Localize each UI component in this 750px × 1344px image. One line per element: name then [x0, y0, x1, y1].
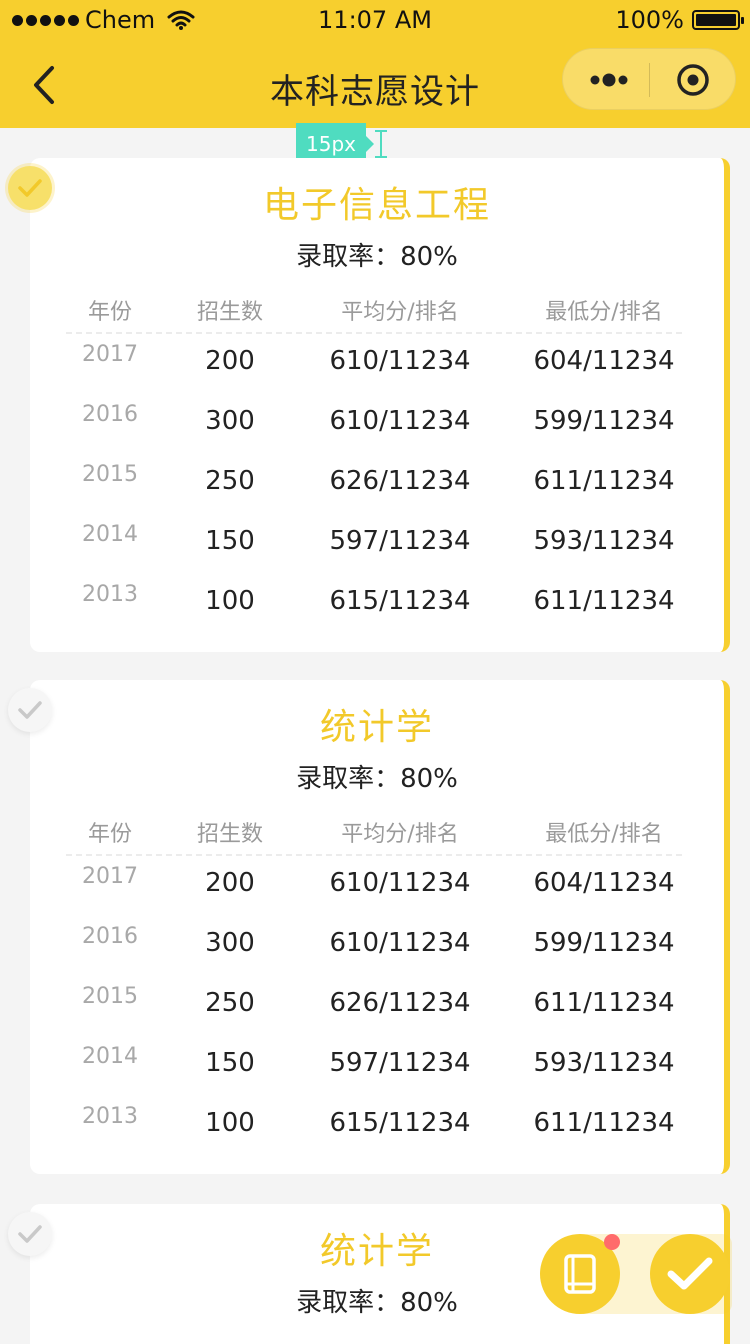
cell-year: 2013	[82, 1104, 138, 1129]
cell-enrollment: 300	[205, 928, 255, 958]
cell-enrollment: 100	[205, 586, 255, 616]
cell-minimum: 611/11234	[533, 586, 675, 616]
table-row: 2017 200 610/11234 604/11234	[66, 864, 682, 928]
cell-enrollment: 100	[205, 1108, 255, 1138]
cell-average: 615/11234	[329, 1108, 471, 1138]
cell-enrollment: 250	[205, 466, 255, 496]
cell-average: 597/11234	[329, 1048, 471, 1078]
book-icon	[564, 1254, 596, 1294]
cell-minimum: 593/11234	[533, 1048, 675, 1078]
cell-enrollment: 300	[205, 406, 255, 436]
major-title: 电子信息工程	[262, 185, 491, 226]
target-close-icon[interactable]	[675, 62, 711, 98]
table-row: 2014 150 597/11234 593/11234	[66, 1044, 682, 1108]
cell-enrollment: 250	[205, 988, 255, 1018]
header-average: 平均分/排名	[341, 822, 459, 847]
header-minimum: 最低分/排名	[545, 822, 663, 847]
header-year: 年份	[87, 822, 132, 847]
table-row: 2013 100 615/11234 611/11234	[66, 582, 682, 646]
table-row: 2017 200 610/11234 604/11234	[66, 342, 682, 406]
cell-average: 626/11234	[329, 466, 471, 496]
cell-minimum: 599/11234	[533, 406, 675, 436]
cell-enrollment: 150	[205, 526, 255, 556]
admission-rate: 录取率：80%	[296, 764, 458, 794]
cell-year: 2014	[82, 522, 138, 547]
mini-program-capsule	[562, 48, 736, 110]
cell-enrollment: 150	[205, 1048, 255, 1078]
header-year: 年份	[87, 300, 132, 325]
spacing-pointer	[365, 136, 374, 152]
header-enrollment: 招生数	[196, 300, 263, 325]
select-check-button[interactable]	[8, 1212, 52, 1256]
table-row: 2014 150 597/11234 593/11234	[66, 522, 682, 586]
table-row: 2016 300 610/11234 599/11234	[66, 924, 682, 988]
cell-minimum: 611/11234	[533, 1108, 675, 1138]
table-row: 2015 250 626/11234 611/11234	[66, 984, 682, 1048]
cell-enrollment: 200	[205, 346, 255, 376]
cell-year: 2017	[82, 864, 138, 889]
notification-badge	[604, 1234, 620, 1250]
status-right: 100%	[615, 6, 744, 34]
cell-year: 2013	[82, 582, 138, 607]
cell-year: 2015	[82, 462, 138, 487]
checkmark-icon	[667, 1257, 713, 1290]
table-header: 年份 招生数 平均分/排名 最低分/排名	[66, 294, 682, 334]
cell-enrollment: 200	[205, 868, 255, 898]
cell-minimum: 611/11234	[533, 466, 675, 496]
cell-year: 2015	[82, 984, 138, 1009]
cell-year: 2014	[82, 1044, 138, 1069]
cell-average: 610/11234	[329, 928, 471, 958]
cell-average: 610/11234	[329, 868, 471, 898]
cell-minimum: 611/11234	[533, 988, 675, 1018]
more-dots-icon[interactable]	[589, 69, 629, 91]
header-minimum: 最低分/排名	[545, 300, 663, 325]
major-card[interactable]: 电子信息工程 录取率：80% 年份 招生数 平均分/排名 最低分/排名 2017…	[30, 158, 730, 652]
check-icon	[18, 179, 42, 197]
cell-minimum: 593/11234	[533, 526, 675, 556]
check-icon	[18, 701, 42, 719]
select-check-button[interactable]	[8, 166, 52, 210]
cell-average: 610/11234	[329, 406, 471, 436]
battery-percent: 100%	[615, 6, 684, 34]
table-row: 2016 300 610/11234 599/11234	[66, 402, 682, 466]
check-icon	[18, 1225, 42, 1243]
table-row: 2015 250 626/11234 611/11234	[66, 462, 682, 526]
cell-average: 615/11234	[329, 586, 471, 616]
cell-average: 597/11234	[329, 526, 471, 556]
cell-year: 2016	[82, 402, 138, 427]
confirm-button[interactable]	[650, 1234, 730, 1314]
cell-year: 2017	[82, 342, 138, 367]
nav-bar: 本科志愿设计	[0, 42, 750, 128]
select-check-button[interactable]	[8, 688, 52, 732]
major-card[interactable]: 统计学 录取率：80% 年份 招生数 平均分/排名 最低分/排名 2017 20…	[30, 680, 730, 1174]
top-bar: Chem 11:07 AM 100% 本科志愿设计	[0, 0, 750, 128]
spacing-marker	[374, 130, 387, 158]
cell-average: 610/11234	[329, 346, 471, 376]
header-enrollment: 招生数	[196, 822, 263, 847]
cell-minimum: 604/11234	[533, 868, 675, 898]
capsule-divider	[649, 63, 650, 97]
table-header: 年份 招生数 平均分/排名 最低分/排名	[66, 816, 682, 856]
admission-rate: 录取率：80%	[296, 242, 458, 272]
major-title: 统计学	[319, 707, 434, 748]
status-bar: Chem 11:07 AM 100%	[0, 0, 750, 42]
table-row: 2013 100 615/11234 611/11234	[66, 1104, 682, 1168]
cell-average: 626/11234	[329, 988, 471, 1018]
cell-year: 2016	[82, 924, 138, 949]
cell-minimum: 604/11234	[533, 346, 675, 376]
battery-icon	[692, 10, 744, 30]
cell-minimum: 599/11234	[533, 928, 675, 958]
header-average: 平均分/排名	[341, 300, 459, 325]
